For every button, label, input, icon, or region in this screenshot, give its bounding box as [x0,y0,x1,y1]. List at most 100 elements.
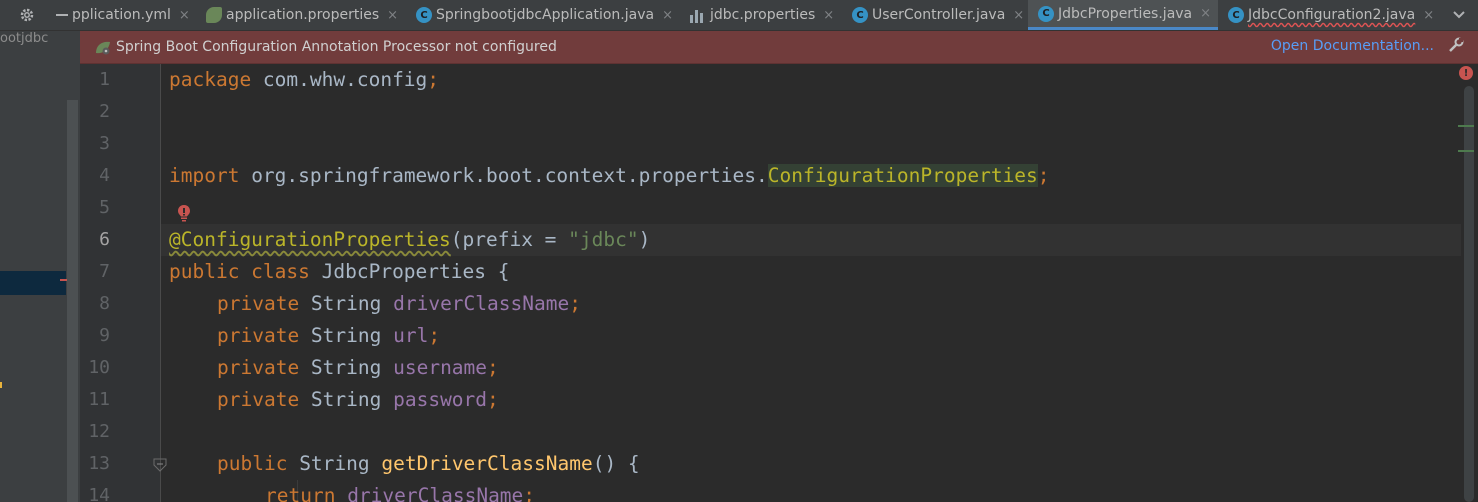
type: String [299,452,382,475]
code-line-6[interactable]: @ConfigurationProperties(prefix = "jdbc"… [169,224,650,256]
line-number: 3 [99,133,110,154]
tab-jdbc-configuration2[interactable]: C JdbcConfiguration2.java × [1228,0,1434,30]
tab-application-properties[interactable]: application.properties × [206,0,398,30]
semicolon: ; [487,388,499,411]
project-name: ootjdbc [0,31,49,46]
java-class-icon: C [1228,7,1244,23]
fold-icon[interactable] [153,458,167,472]
package-name: com.whw.config [251,68,428,91]
close-icon[interactable]: × [387,8,398,23]
code-line-10[interactable]: private String username; [217,352,499,384]
tab-jdbc-properties[interactable]: jdbc.properties × [690,0,834,30]
annotation-args: (prefix = [450,228,569,251]
field-name: driverClassName [347,484,524,502]
spring-leaf-icon [206,7,222,23]
semicolon: ; [427,68,440,91]
spring-class-icon: C [416,7,432,23]
type: String [310,292,394,315]
open-documentation-link[interactable]: Open Documentation... [1271,38,1434,54]
field-name: username [393,356,488,379]
tab-label: application.properties [226,7,380,23]
tab-label: jdbc.properties [710,7,816,23]
field-name: driverClassName [393,292,570,315]
tab-user-controller[interactable]: C UserController.java × [852,0,1024,30]
method-name: getDriverClassName [381,452,593,475]
semicolon: ; [569,292,581,315]
line-number: 10 [88,357,110,378]
selected-tree-item[interactable] [0,271,66,295]
code-line-7[interactable]: public class JdbcProperties { [169,256,509,288]
tab-application-yml[interactable]: pplication.yml × [72,0,190,30]
code-line-4[interactable]: import org.springframework.boot.context.… [169,160,1050,192]
wrench-icon[interactable] [1448,37,1464,57]
keyword: import [169,164,240,187]
tab-label: JdbcConfiguration2.java [1248,7,1416,23]
notification-banner: Spring Boot Configuration Annotation Pro… [80,31,1478,64]
semicolon: ; [523,484,536,502]
change-marker[interactable] [1458,150,1474,152]
paren: ) [638,228,651,251]
keyword: package [169,68,252,91]
code-line-11[interactable]: private String password; [217,384,499,416]
warning-marker [0,382,2,388]
error-bulb-icon[interactable] [176,204,192,222]
import-package: org.springframework.boot.context.propert… [239,164,768,187]
banner-message: Spring Boot Configuration Annotation Pro… [116,39,557,55]
close-icon[interactable]: × [179,8,190,23]
chevron-down-icon[interactable] [1446,0,1472,30]
code-line-8[interactable]: private String driverClassName; [217,288,581,320]
spring-leaf-icon [96,41,110,55]
semicolon: ; [487,356,499,379]
close-icon[interactable]: × [1423,8,1434,23]
line-number: 5 [99,197,110,218]
type: String [310,388,394,411]
semicolon: ; [1037,164,1050,187]
line-number: 14 [88,485,110,502]
code-line-1[interactable]: package com.whw.config; [169,64,439,96]
change-marker[interactable] [1458,125,1474,127]
editor-scrollbar[interactable] [1464,86,1474,502]
code-editor[interactable]: 1 2 3 4 5 6 7 8 9 10 11 12 13 14 package… [80,64,1478,502]
project-tool-window[interactable]: ootjdbc [0,31,80,502]
code-line-14[interactable]: return driverClassName; [265,480,535,502]
close-icon[interactable]: × [1013,8,1024,23]
close-icon[interactable]: × [1200,6,1211,21]
java-class-icon: C [852,7,868,23]
gear-icon[interactable] [14,0,40,30]
line-number: 7 [99,261,110,282]
keyword: private [217,388,311,411]
annotation: @ConfigurationProperties [169,228,451,251]
field-name: url [393,324,429,347]
method-params: () { [592,452,640,475]
line-number: 13 [88,453,110,474]
type: String [310,356,394,379]
line-number: 4 [99,165,110,186]
close-icon[interactable]: × [662,8,673,23]
class-name: JdbcProperties { [321,260,510,283]
tab-label: UserController.java [872,7,1006,23]
close-icon[interactable]: × [823,8,834,23]
keyword: public class [169,260,322,283]
gutter-separator [160,64,161,502]
line-number: 9 [99,325,110,346]
project-scrollbar[interactable] [67,100,78,502]
import-class-highlight: ConfigurationProperties [767,164,1038,187]
error-icon[interactable]: ! [1459,66,1473,80]
line-number: 12 [88,421,110,442]
code-line-13[interactable]: public String getDriverClassName() { [217,448,640,480]
semicolon: ; [428,324,441,347]
keyword: private [217,356,311,379]
code-line-9[interactable]: private String url; [217,320,440,352]
tab-springbootjdbc-application[interactable]: C SpringbootjdbcApplication.java × [416,0,673,30]
field-name: password [393,388,488,411]
tab-jdbc-properties-java[interactable]: C JdbcProperties.java × [1028,0,1218,30]
editor-tab-bar: pplication.yml × application.properties … [0,0,1478,31]
tab-label: SpringbootjdbcApplication.java [436,7,655,23]
keyword: public [217,452,300,475]
line-number-gutter[interactable]: 1 2 3 4 5 6 7 8 9 10 11 12 13 14 [80,64,160,502]
properties-file-icon [690,7,706,23]
string-literal: "jdbc" [568,228,639,251]
line-number: 1 [99,69,110,90]
line-number-current: 6 [99,229,110,250]
keyword: private [217,324,311,347]
